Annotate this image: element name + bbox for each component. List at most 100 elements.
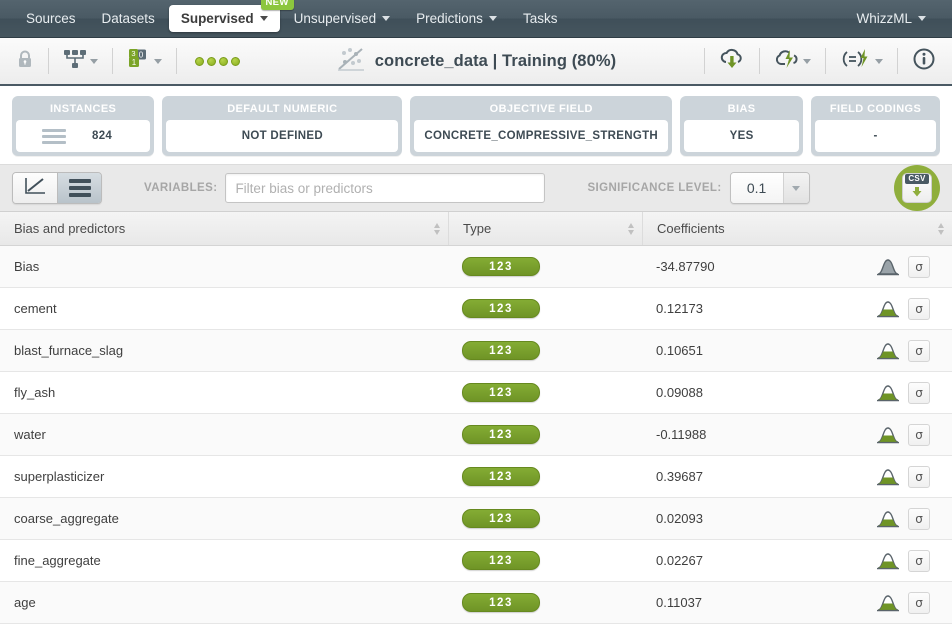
column-header-label: Bias and predictors (14, 221, 126, 236)
chevron-down-icon (792, 185, 801, 191)
toolbar-divider (176, 48, 177, 74)
sigma-button[interactable]: σ (908, 465, 930, 488)
cell-predictor-name: fine_aggregate (14, 553, 101, 568)
bell-curve-icon[interactable] (876, 299, 900, 319)
column-header-type[interactable]: Type (448, 212, 642, 245)
row-actions: σ (876, 297, 952, 320)
sigma-button[interactable]: σ (908, 339, 930, 362)
cell-type: 123 (448, 593, 642, 612)
batch-prediction-button[interactable] (836, 45, 887, 78)
nav-item-predictions[interactable]: Predictions (404, 5, 509, 32)
card-default-numeric: DEFAULT NUMERIC NOT DEFINED (162, 96, 403, 156)
nav-item-sources[interactable]: Sources (14, 5, 88, 32)
sigma-button[interactable]: σ (908, 507, 930, 530)
bell-curve-icon[interactable] (876, 551, 900, 571)
cell-type: 123 (448, 467, 642, 486)
table-body: Bias 123 -34.87790 σ cement 123 0.12173 (0, 246, 952, 624)
table-row[interactable]: age 123 0.11037 σ (0, 582, 952, 624)
nav-item-supervised[interactable]: Supervised NEW (168, 0, 294, 32)
table-row[interactable]: coarse_aggregate 123 0.02093 σ (0, 498, 952, 540)
predict-button[interactable] (770, 45, 815, 78)
sigma-button[interactable]: σ (908, 381, 930, 404)
nav-item-datasets[interactable]: Datasets (90, 5, 167, 32)
card-title: DEFAULT NUMERIC (227, 103, 338, 115)
significance-level-select[interactable]: 0.1 (729, 172, 810, 204)
filter-input[interactable] (225, 173, 546, 203)
card-field-codings: FIELD CODINGS - (811, 96, 940, 156)
cell-predictor-name: superplasticizer (14, 469, 105, 484)
bell-curve-icon[interactable] (876, 467, 900, 487)
sigma-button[interactable]: σ (908, 255, 930, 278)
toolbar-left-group: 0 3 1 (12, 46, 240, 76)
status-dot (231, 56, 240, 66)
card-body: YES (684, 120, 800, 152)
table-row[interactable]: water 123 -0.11988 σ (0, 414, 952, 456)
column-header-label: Coefficients (657, 221, 725, 236)
cell-coefficient: 0.09088 (656, 385, 703, 400)
sigma-button[interactable]: σ (908, 591, 930, 614)
cell-coefficient: 0.12173 (656, 301, 703, 316)
bell-curve-icon[interactable] (876, 509, 900, 529)
table-row[interactable]: fly_ash 123 0.09088 σ (0, 372, 952, 414)
bell-curve-icon[interactable] (876, 341, 900, 361)
cell-coefficient: 0.10651 (656, 343, 703, 358)
status-dot (207, 56, 216, 66)
table-row[interactable]: Bias 123 -34.87790 σ (0, 246, 952, 288)
row-actions: σ (876, 339, 952, 362)
card-value: - (873, 130, 878, 142)
nav-right-group: WhizzML (844, 5, 938, 32)
model-type-button[interactable] (59, 46, 102, 77)
nav-item-whizzml[interactable]: WhizzML (844, 5, 938, 32)
toolbar-divider (112, 48, 113, 74)
predict-cloud-icon (774, 47, 800, 76)
cell-type: 123 (448, 551, 642, 570)
card-instances: INSTANCES 824 (12, 96, 155, 156)
cell-coefficient: 0.11037 (656, 595, 703, 610)
top-navigation-bar: Sources Datasets Supervised NEW Unsuperv… (0, 0, 952, 38)
table-row[interactable]: fine_aggregate 123 0.02267 σ (0, 540, 952, 582)
chart-view-button[interactable] (13, 173, 57, 203)
table-row[interactable]: cement 123 0.12173 σ (0, 288, 952, 330)
bell-curve-icon[interactable] (876, 383, 900, 403)
cell-predictor-name: Bias (14, 259, 40, 274)
table-row[interactable]: blast_furnace_slag 123 0.10651 σ (0, 330, 952, 372)
card-title: OBJECTIVE FIELD (489, 103, 593, 115)
column-header-bias-and-predictors[interactable]: Bias and predictors (0, 212, 448, 245)
svg-text:0: 0 (139, 50, 144, 59)
cell-type: 123 (448, 299, 642, 318)
csv-download-button[interactable]: CSV (902, 173, 932, 203)
lock-button[interactable] (12, 47, 38, 76)
toolbar-divider (48, 48, 49, 74)
model-toolbar: 0 3 1 concrete_data | Training (80%) (0, 38, 952, 86)
field-counts-button[interactable]: 0 3 1 (123, 46, 166, 77)
card-value: YES (729, 130, 754, 142)
info-button[interactable] (908, 45, 940, 78)
bell-curve-icon-filled[interactable] (876, 257, 900, 277)
nav-item-tasks[interactable]: Tasks (511, 5, 570, 32)
sigma-button[interactable]: σ (908, 297, 930, 320)
variables-label: VARIABLES: (144, 182, 218, 194)
toolbar-divider (704, 48, 705, 74)
card-title: INSTANCES (49, 103, 117, 115)
chevron-down-icon (875, 58, 883, 64)
nav-item-unsupervised[interactable]: Unsupervised (282, 5, 403, 32)
list-view-button[interactable] (57, 173, 101, 203)
bell-curve-icon[interactable] (876, 593, 900, 613)
sigma-button[interactable]: σ (908, 423, 930, 446)
table-row[interactable]: superplasticizer 123 0.39687 σ (0, 456, 952, 498)
numeric-type-badge: 123 (462, 551, 540, 570)
sort-arrows-icon (628, 222, 634, 235)
summary-cards: INSTANCES 824 DEFAULT NUMERIC NOT DEFINE… (0, 86, 952, 164)
svg-text:3: 3 (131, 49, 135, 58)
numeric-type-badge: 123 (462, 425, 540, 444)
lines-icon (42, 128, 66, 144)
download-model-button[interactable] (715, 45, 749, 78)
sigma-button[interactable]: σ (908, 549, 930, 572)
numeric-type-badge: 123 (462, 299, 540, 318)
coefficients-table: Bias and predictors Type Coefficients Bi… (0, 212, 952, 624)
cell-predictor-name: water (14, 427, 46, 442)
toolbar-divider (897, 48, 898, 74)
bell-curve-icon[interactable] (876, 425, 900, 445)
column-header-coefficients[interactable]: Coefficients (642, 212, 952, 245)
row-actions: σ (876, 381, 952, 404)
